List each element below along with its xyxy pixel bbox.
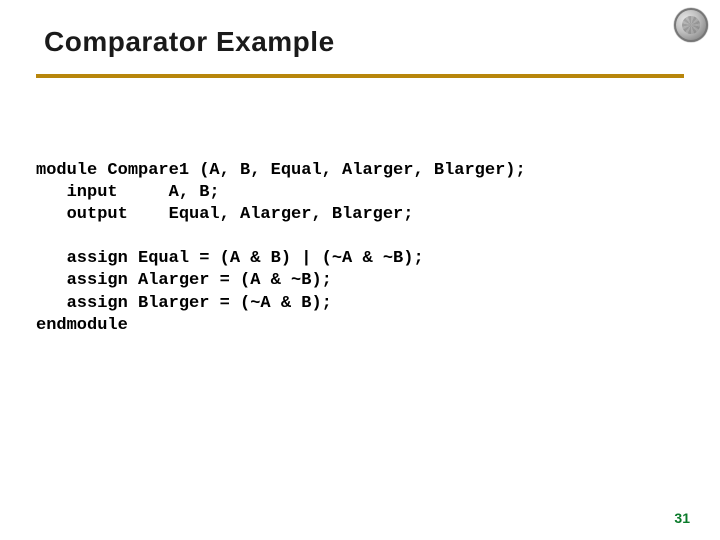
code-line: assign Blarger = (~A & B); (36, 294, 332, 313)
code-line: output Equal, Alarger, Blarger; (36, 205, 413, 224)
code-line: input A, B; (36, 183, 220, 202)
code-line: endmodule (36, 316, 128, 335)
page-number: 31 (674, 510, 690, 526)
code-line: module Compare1 (A, B, Equal, Alarger, B… (36, 161, 526, 180)
code-line: assign Equal = (A & B) | (~A & ~B); (36, 249, 424, 268)
page-title: Comparator Example (44, 26, 335, 58)
code-line: assign Alarger = (A & ~B); (36, 271, 332, 290)
slide: Comparator Example module Compare1 (A, B… (0, 0, 720, 540)
title-underline (36, 74, 684, 78)
code-block: module Compare1 (A, B, Equal, Alarger, B… (36, 160, 526, 337)
seal-logo-icon (674, 8, 708, 42)
